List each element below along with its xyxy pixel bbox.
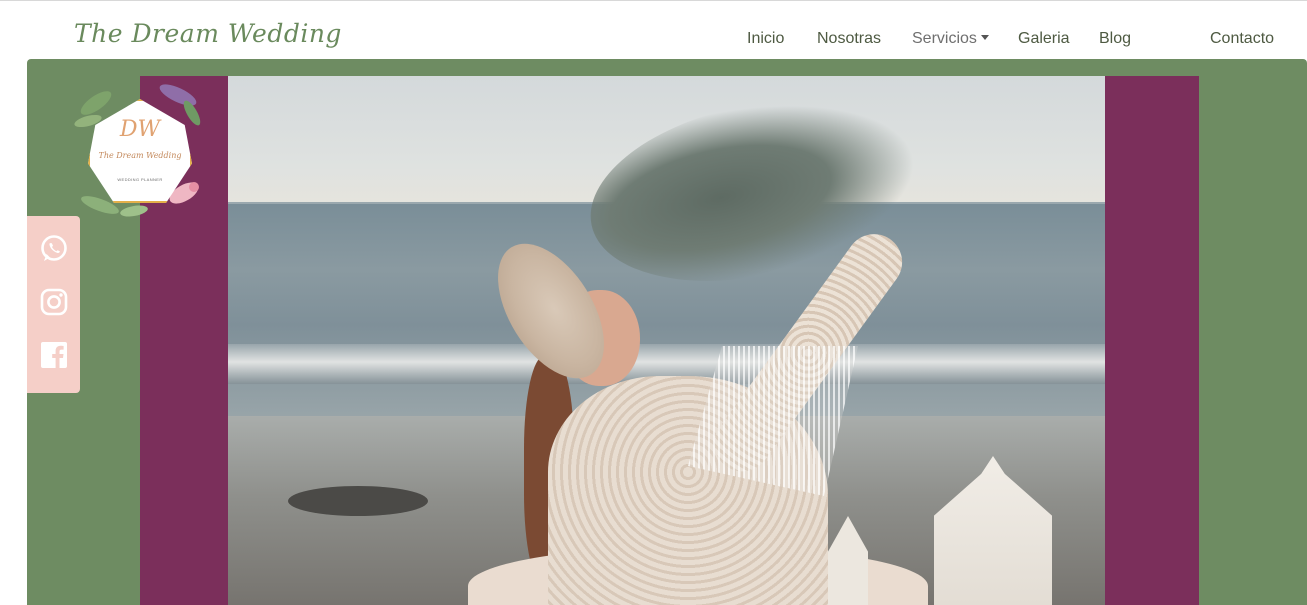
wedding-planner-logo[interactable]: DW The Dream Wedding WEDDING PLANNER (74, 77, 204, 219)
logo-subtitle: WEDDING PLANNER (117, 177, 163, 182)
facebook-icon[interactable] (39, 340, 69, 370)
nav-item-servicios-dropdown[interactable]: Servicios (912, 30, 989, 48)
navbar: The Dream Wedding Inicio Nosotras Servic… (0, 1, 1307, 59)
logo-monogram: DW (119, 117, 161, 142)
logo-name: The Dream Wedding (98, 151, 182, 160)
nav-item-nosotras[interactable]: Nosotras (817, 30, 881, 48)
whatsapp-icon[interactable] (39, 234, 69, 264)
photo-rock (288, 486, 428, 516)
nav-item-contacto[interactable]: Contacto (1210, 30, 1274, 48)
hero-frame (140, 76, 1199, 605)
nav-item-galeria[interactable]: Galeria (1018, 30, 1070, 48)
instagram-icon[interactable] (39, 287, 69, 317)
caret-down-icon (980, 35, 989, 40)
hero-section: DW The Dream Wedding WEDDING PLANNER (27, 59, 1307, 605)
nav-item-servicios-label: Servicios (912, 30, 977, 47)
social-media-rail (27, 216, 80, 393)
brand-logo-text[interactable]: The Dream Wedding (74, 19, 342, 48)
nav-item-blog[interactable]: Blog (1099, 30, 1131, 48)
nav-item-inicio[interactable]: Inicio (747, 30, 784, 48)
hero-photo (228, 76, 1105, 605)
